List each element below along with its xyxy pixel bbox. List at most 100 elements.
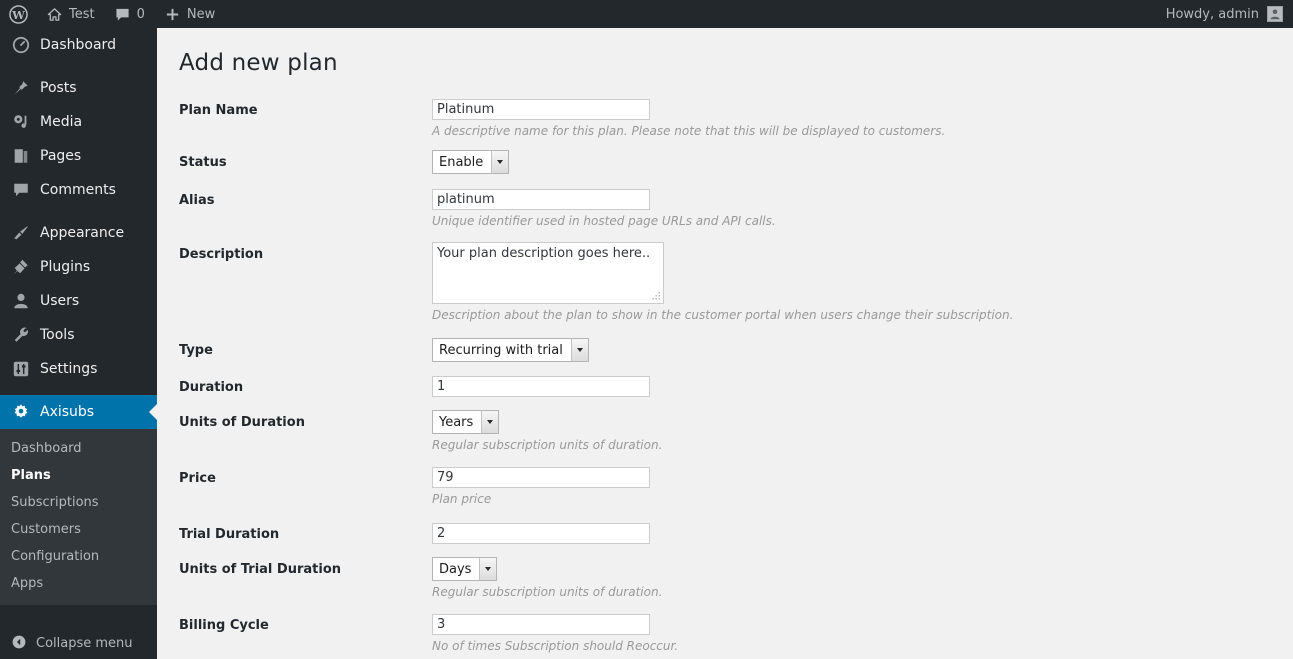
comment-bubble-icon	[11, 180, 31, 200]
units-of-trial-duration-select[interactable]: Days	[432, 557, 498, 581]
submenu-item-subscriptions[interactable]: Subscriptions	[0, 489, 157, 516]
chevron-down-icon	[570, 339, 588, 361]
site-name-button[interactable]: Test	[37, 0, 105, 28]
form-row-status: Status Enable	[157, 150, 1293, 174]
sidebar-item-label: Axisubs	[40, 404, 95, 420]
site-name-label: Test	[69, 6, 95, 22]
submenu-item-customers[interactable]: Customers	[0, 516, 157, 543]
sidebar-separator	[0, 62, 157, 71]
form-row-description: Description Your plan description goes h…	[157, 242, 1293, 322]
sidebar-item-label: Dashboard	[40, 37, 116, 53]
admin-sidebar: Dashboard Posts Media Pages Comments App…	[0, 28, 157, 659]
field-label: Type	[179, 343, 213, 358]
units-of-duration-select-value: Years	[433, 411, 482, 433]
units-of-trial-duration-select-value: Days	[433, 558, 480, 580]
duration-input[interactable]	[432, 376, 650, 397]
sidebar-item-plugins[interactable]: Plugins	[0, 250, 157, 284]
wordpress-logo-icon: W	[9, 4, 28, 24]
new-content-label: New	[186, 6, 216, 22]
sidebar-item-comments[interactable]: Comments	[0, 173, 157, 207]
sidebar-separator	[0, 207, 157, 216]
field-label: Duration	[179, 380, 244, 395]
form-row-duration: Duration	[157, 375, 1293, 397]
form-row-units-of-trial-duration: Units of Trial Duration Days Regular sub…	[157, 557, 1293, 599]
field-label: Units of Trial Duration	[179, 562, 342, 577]
field-hint: No of times Subscription should Reoccur.	[432, 639, 679, 653]
gear-icon	[11, 402, 31, 422]
admin-bar-right: Howdy, admin	[1166, 0, 1293, 28]
sidebar-item-label: Posts	[40, 80, 77, 96]
form-row-price: Price Plan price	[157, 466, 1293, 506]
field-label: Billing Cycle	[179, 618, 269, 633]
sidebar-item-label: Plugins	[40, 259, 91, 275]
page-title: Add new plan	[179, 50, 338, 76]
howdy-label[interactable]: Howdy, admin	[1166, 7, 1259, 22]
type-select-value: Recurring with trial	[433, 339, 571, 361]
sidebar-item-axisubs[interactable]: Axisubs	[0, 395, 157, 429]
field-label: Description	[179, 247, 264, 262]
wordpress-logo-button[interactable]: W	[0, 0, 37, 28]
price-input[interactable]	[432, 467, 650, 488]
collapse-menu-button[interactable]: Collapse menu	[0, 628, 157, 659]
field-hint: A descriptive name for this plan. Please…	[432, 124, 946, 138]
form-row-plan-name: Plan Name A descriptive name for this pl…	[157, 98, 1293, 138]
submenu-item-configuration[interactable]: Configuration	[0, 543, 157, 570]
sidebar-item-label: Users	[40, 293, 80, 309]
units-of-duration-select[interactable]: Years	[432, 410, 500, 434]
comment-bubble-icon	[115, 7, 130, 22]
trial-duration-input[interactable]	[432, 523, 650, 544]
field-hint: Regular subscription units of duration.	[432, 585, 663, 599]
sidebar-item-label: Pages	[40, 148, 82, 164]
field-label: Status	[179, 155, 227, 170]
chevron-down-icon	[479, 558, 497, 580]
sidebar-item-appearance[interactable]: Appearance	[0, 216, 157, 250]
alias-input[interactable]	[432, 189, 650, 210]
arrow-left-circle-icon	[11, 634, 27, 654]
sidebar-item-pages[interactable]: Pages	[0, 139, 157, 173]
sidebar-item-dashboard[interactable]: Dashboard	[0, 28, 157, 62]
form-row-trial-duration: Trial Duration	[157, 522, 1293, 544]
sliders-icon	[11, 359, 31, 379]
plan-name-input[interactable]	[432, 99, 650, 120]
sidebar-item-label: Settings	[40, 361, 98, 377]
billing-cycle-input[interactable]	[432, 614, 650, 635]
sidebar-item-tools[interactable]: Tools	[0, 318, 157, 352]
wrench-icon	[11, 325, 31, 345]
plug-icon	[11, 257, 31, 277]
collapse-menu-label: Collapse menu	[36, 636, 133, 651]
sidebar-item-settings[interactable]: Settings	[0, 352, 157, 386]
field-hint: Regular subscription units of duration.	[432, 438, 663, 452]
chevron-down-icon	[491, 151, 509, 173]
type-select[interactable]: Recurring with trial	[432, 338, 589, 362]
submenu-item-dashboard[interactable]: Dashboard	[0, 435, 157, 462]
sidebar-item-label: Appearance	[40, 225, 125, 241]
axisubs-submenu: Dashboard Plans Subscriptions Customers …	[0, 429, 157, 605]
submenu-item-apps[interactable]: Apps	[0, 570, 157, 597]
status-select[interactable]: Enable	[432, 150, 510, 174]
sidebar-item-label: Media	[40, 114, 83, 130]
sidebar-separator	[0, 386, 157, 395]
paintbrush-icon	[11, 223, 31, 243]
sidebar-item-users[interactable]: Users	[0, 284, 157, 318]
field-label: Price	[179, 471, 216, 486]
field-hint: Unique identifier used in hosted page UR…	[432, 214, 776, 228]
new-content-button[interactable]: New	[155, 0, 225, 28]
main-content: Add new plan Plan Name A descriptive nam…	[157, 28, 1293, 659]
field-hint: Plan price	[432, 492, 492, 506]
chevron-down-icon	[481, 411, 499, 433]
description-textarea[interactable]: Your plan description goes here..	[432, 242, 664, 304]
comments-count: 0	[136, 6, 145, 22]
sidebar-item-label: Tools	[40, 327, 75, 343]
field-label: Alias	[179, 193, 215, 208]
submenu-item-plans[interactable]: Plans	[0, 462, 157, 489]
field-label: Trial Duration	[179, 527, 280, 542]
sidebar-item-media[interactable]: Media	[0, 105, 157, 139]
sidebar-item-posts[interactable]: Posts	[0, 71, 157, 105]
field-label: Plan Name	[179, 103, 258, 118]
plus-icon	[165, 7, 180, 22]
pin-icon	[11, 78, 31, 98]
avatar-icon[interactable]	[1267, 6, 1283, 22]
media-icon	[11, 112, 31, 132]
comments-button[interactable]: 0	[105, 0, 155, 28]
admin-bar: W Test 0 New Howdy, admin	[0, 0, 1293, 28]
